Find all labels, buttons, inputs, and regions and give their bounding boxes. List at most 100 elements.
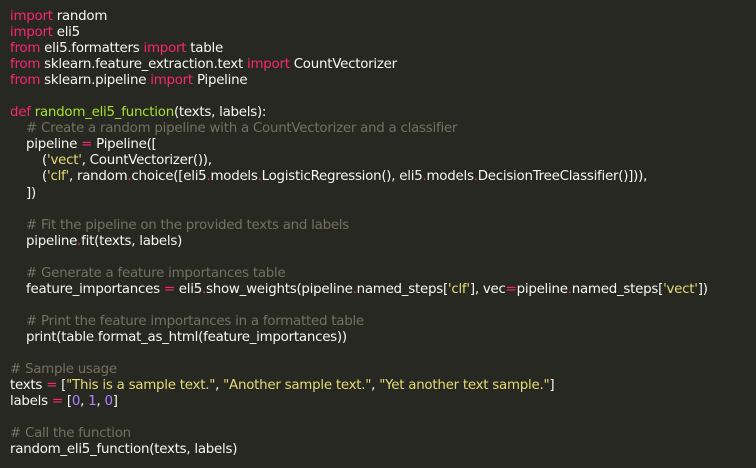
code-token: LogisticRegression(), eli5 — [261, 169, 423, 185]
code-token: [ — [62, 394, 72, 410]
code-token: (texts, labels): — [173, 105, 267, 121]
code-token: import — [150, 73, 193, 89]
code-line: from sklearn.pipeline import Pipeline — [10, 73, 756, 89]
code-token: = — [46, 378, 58, 394]
code-token: = — [505, 281, 517, 297]
code-editor[interactable]: import random import eli5 from eli5.format… — [0, 0, 756, 468]
code-token: 'clf' — [447, 281, 470, 297]
code-token: , random — [68, 169, 128, 185]
code-token: "This is a sample text." — [66, 378, 216, 394]
code-token: 'vect' — [47, 153, 82, 169]
code-token: 'clf' — [47, 169, 69, 185]
code-token: # Create a random pipeline with a CountV… — [26, 121, 458, 137]
code-token: eli5 — [52, 25, 80, 41]
code-token: print(table — [10, 329, 94, 345]
code-line: print(table.format_as_html(feature_impor… — [10, 330, 756, 346]
code-line: ​ — [10, 89, 756, 105]
code-token: random — [52, 9, 108, 24]
code-token: ], vec — [469, 281, 506, 297]
code-token: pipeline — [10, 137, 82, 153]
code-token: "Another sample text." — [223, 378, 372, 394]
code-line: feature_importances = eli5.show_weights(… — [10, 282, 756, 298]
code-token: named_steps[ — [571, 281, 664, 297]
code-token: ] — [549, 378, 555, 394]
code-line: ​ — [10, 250, 756, 266]
code-token: CountVectorizer — [289, 57, 397, 73]
code-token: import — [246, 57, 290, 73]
code-line: # Sample usage — [10, 362, 756, 378]
code-line: ​ — [10, 202, 756, 218]
code-line: def random_eli5_function(texts, labels): — [10, 105, 756, 121]
code-line: # Generate a feature importances table — [10, 266, 756, 282]
code-line: random_eli5_function(texts, labels) — [10, 442, 756, 458]
code-token: , — [80, 394, 89, 410]
code-line: pipeline = Pipeline([ — [10, 137, 756, 153]
code-token: , — [371, 378, 380, 394]
code-token: ]) — [10, 185, 36, 201]
code-line: import eli5 — [10, 25, 756, 41]
code-token: 0 — [104, 394, 113, 410]
code-line: # Call the function — [10, 426, 756, 442]
code-token: , — [215, 378, 224, 394]
code-token: # Call the function — [10, 426, 131, 442]
code-token: DecisionTreeClassifier()])), — [477, 169, 648, 185]
code-token: from — [10, 57, 41, 73]
code-token: table — [186, 41, 223, 57]
code-line: ​ — [10, 410, 756, 426]
code-token: = — [81, 137, 93, 153]
code-token: , CountVectorizer()), — [81, 153, 212, 169]
code-token: sklearn.pipeline — [40, 73, 151, 89]
code-token: def — [10, 105, 31, 121]
code-token: texts — [10, 378, 47, 394]
code-token: show_weights(pipeline — [206, 281, 353, 297]
code-line: # Print the feature importances in a for… — [10, 314, 756, 330]
code-token: eli5.formatters — [40, 41, 144, 57]
code-line: ('vect', CountVectorizer()), — [10, 153, 756, 169]
code-line: import random — [10, 9, 756, 25]
code-line: ​ — [10, 346, 756, 362]
code-token: models — [210, 169, 258, 185]
code-line: from sklearn.feature_extraction.text imp… — [10, 57, 756, 73]
code-token: 0 — [71, 394, 81, 410]
code-token: feature_importances — [10, 281, 164, 297]
code-token: # Generate a feature importances table — [26, 265, 286, 281]
code-token: random_eli5_function(texts, labels) — [10, 442, 238, 458]
code-line: # Fit the pipeline on the provided texts… — [10, 218, 756, 234]
code-token: [ — [57, 378, 67, 394]
code-token: Pipeline([ — [92, 137, 157, 153]
code-token: fit(texts, labels) — [81, 233, 183, 249]
code-token: choice([eli5 — [131, 169, 207, 185]
code-line: ]) — [10, 186, 756, 202]
code-token: 'vect' — [663, 281, 698, 297]
code-token: models — [426, 169, 474, 185]
code-token: eli5 — [174, 281, 203, 297]
code-token: "Yet another text sample." — [379, 378, 550, 394]
code-token: = — [163, 281, 175, 297]
code-token: import — [10, 25, 53, 41]
code-token: ] — [112, 394, 118, 410]
code-token: # Print the feature importances in a for… — [26, 313, 364, 329]
code-line: ('clf', random.choice([eli5.models.Logis… — [10, 169, 756, 185]
code-token: ( — [10, 169, 48, 185]
code-token: import — [143, 41, 187, 57]
code-token: from — [10, 73, 41, 89]
code-token: named_steps[ — [356, 281, 449, 297]
code-line: texts = ["This is a sample text.", "Anot… — [10, 378, 756, 394]
code-token: = — [51, 394, 63, 410]
code-line: ​ — [10, 298, 756, 314]
code-token: from — [10, 41, 41, 57]
code-token: Pipeline — [192, 73, 248, 89]
code-token: sklearn.feature_extraction.text — [40, 57, 247, 73]
code-line: from eli5.formatters import table — [10, 41, 756, 57]
code-token: random_eli5_function — [34, 105, 174, 121]
code-line: labels = [0, 1, 0] — [10, 394, 756, 410]
code-line: # Create a random pipeline with a CountV… — [10, 121, 756, 137]
code-token: # Fit the pipeline on the provided texts… — [26, 217, 350, 233]
code-token: pipeline — [516, 281, 568, 297]
code-token: import — [10, 9, 53, 24]
code-token: format_as_html(feature_importances)) — [97, 329, 347, 345]
